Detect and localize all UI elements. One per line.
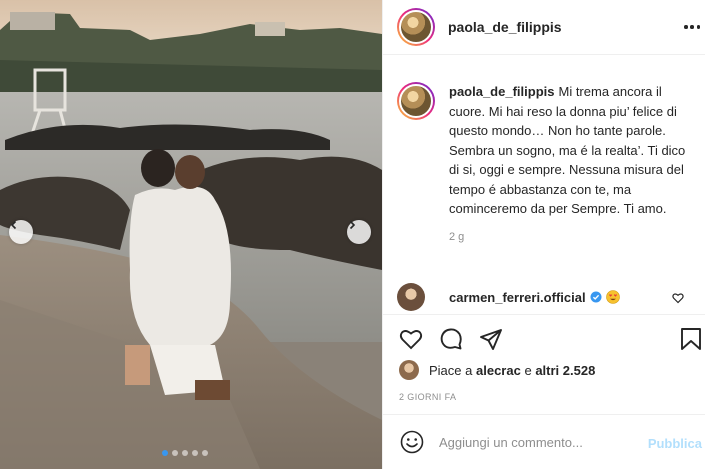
more-options-icon[interactable] [684,19,700,35]
likes-summary: Piace a alecrac e altri 2.528 [399,360,595,380]
post-side-panel: paola_de_filippis paola_de_filippis Mi tr… [382,0,705,469]
comment-heart-icon[interactable] [672,292,684,304]
liker-avatar[interactable] [399,360,419,380]
caption-age[interactable]: 2 g [449,231,697,243]
comment-icon[interactable] [439,327,463,351]
publish-button[interactable]: Pubblica [648,436,702,451]
post-actions [383,314,705,364]
caption-author-username[interactable]: paola_de_filippis [449,84,554,99]
share-icon[interactable] [479,327,503,351]
post-date[interactable]: 2 GIORNI FA [399,392,456,402]
verified-badge-icon [590,291,602,303]
likes-joiner: e [524,362,532,378]
bookmark-icon[interactable] [680,327,702,351]
post-photo [0,0,382,469]
slide-dot [192,450,198,456]
likes-count[interactable]: altri 2.528 [535,363,595,378]
slide-dot [202,450,208,456]
post-caption: paola_de_filippis Mi trema ancora il cuor… [397,82,697,243]
caption-text: Mi trema ancora il cuore. Mi hai reso la… [449,84,686,216]
chevron-right-icon [349,220,356,230]
beach-photo-illustration [0,0,382,469]
caption-author-avatar[interactable] [397,82,435,120]
commenter-avatar[interactable] [397,283,425,311]
heart-icon[interactable] [399,327,423,351]
add-comment-bar: Pubblica [383,414,705,469]
commenter-username[interactable]: carmen_ferreri.official [449,290,586,305]
slide-dot [182,450,188,456]
comment-input[interactable] [439,434,634,450]
likes-prefix: Piace a [429,362,473,378]
comment-row: carmen_ferreri.official [397,283,697,311]
next-slide-button[interactable] [347,220,371,244]
slide-dot [162,450,168,456]
heart-eyes-emoji [605,290,620,304]
slide-dot [172,450,178,456]
post-header: paola_de_filippis [383,0,705,55]
chevron-left-icon [10,220,17,230]
smile-icon[interactable] [400,430,424,454]
liker-username[interactable]: alecrac [476,363,521,378]
slide-indicator [162,450,208,456]
author-avatar[interactable] [397,8,435,46]
author-username[interactable]: paola_de_filippis [448,19,562,35]
previous-slide-button[interactable] [9,220,33,244]
